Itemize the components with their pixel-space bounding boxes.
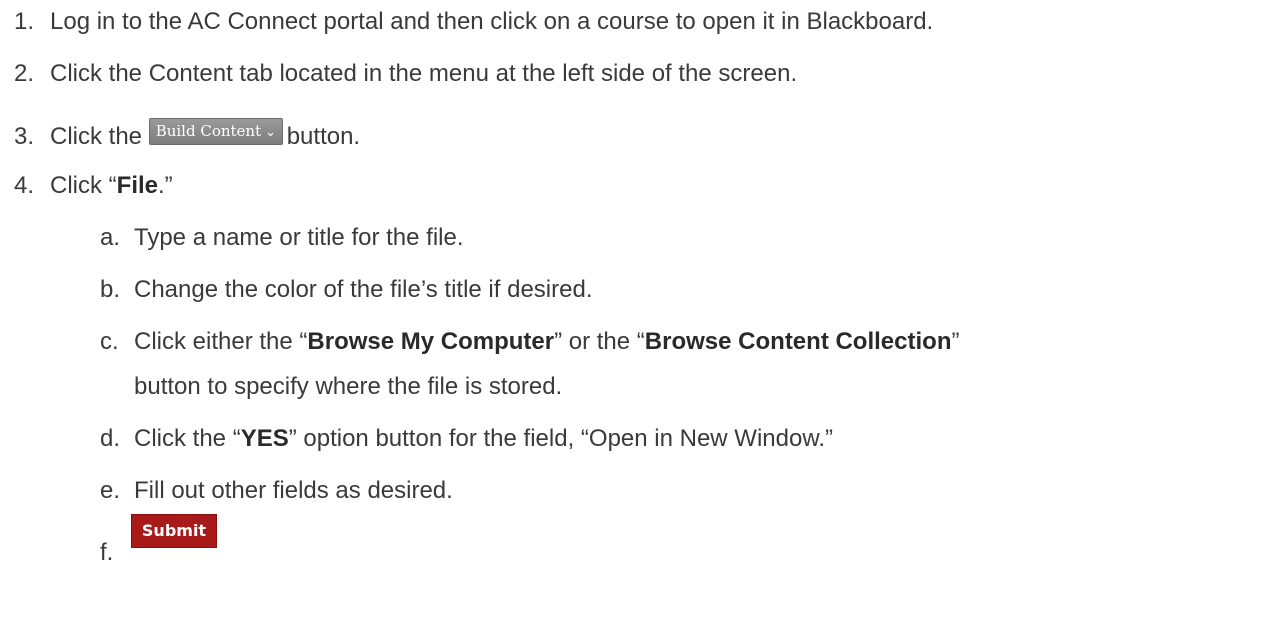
substep-text-part: ” option button for the field, “Open in … xyxy=(288,425,833,452)
build-content-button[interactable]: Build Content ⌄ xyxy=(148,118,283,146)
chevron-down-icon: ⌄ xyxy=(265,125,277,141)
substep-text: button to specify where the file is stor… xyxy=(134,373,563,400)
step-number: 3. xyxy=(14,123,35,150)
substep-letter: d. xyxy=(100,425,121,452)
step-text: Click “File.” xyxy=(50,171,173,201)
browse-my-computer-label: Browse My Computer xyxy=(307,328,555,355)
step-text: Log in to the AC Connect portal and then… xyxy=(50,8,934,35)
substep-text: Change the color of the file’s title if … xyxy=(134,276,593,303)
substep-text-part: Click either the “ xyxy=(134,328,308,355)
browse-content-collection-label: Browse Content Collection xyxy=(644,328,952,355)
substep-letter: c. xyxy=(100,328,119,355)
substep-text-part: ” xyxy=(951,328,960,355)
step-text-post: button. xyxy=(286,123,361,150)
substep-text-part: Click the “ xyxy=(134,425,241,452)
step-number: 2. xyxy=(14,60,35,87)
submit-button[interactable]: Submit xyxy=(131,514,217,548)
step-number: 1. xyxy=(14,8,35,35)
step-text-pre: Click the xyxy=(50,123,143,150)
substep-letter: a. xyxy=(100,224,121,251)
step-number: 4. xyxy=(14,172,35,199)
substep-text: Fill out other fields as desired. xyxy=(134,477,453,504)
substep-text: Type a name or title for the file. xyxy=(134,224,464,251)
substep-text: Click the “YES” option button for the fi… xyxy=(134,424,833,454)
substep-text-part: ” or the “ xyxy=(554,328,645,355)
step-text: Click the Build Content ⌄ button. xyxy=(50,118,361,152)
step-text-pre: Click “ xyxy=(50,172,117,199)
build-content-label: Build Content xyxy=(155,122,262,141)
substep-text: Click either the “Browse My Computer” or… xyxy=(134,327,959,357)
substep-letter: f. xyxy=(100,539,114,566)
step-text-bold: File xyxy=(116,172,158,199)
yes-label: YES xyxy=(240,425,289,452)
step-text: Click the Content tab located in the men… xyxy=(50,60,798,87)
substep-letter: b. xyxy=(100,276,121,303)
step-text-post: .” xyxy=(158,172,173,199)
substep-letter: e. xyxy=(100,477,121,504)
